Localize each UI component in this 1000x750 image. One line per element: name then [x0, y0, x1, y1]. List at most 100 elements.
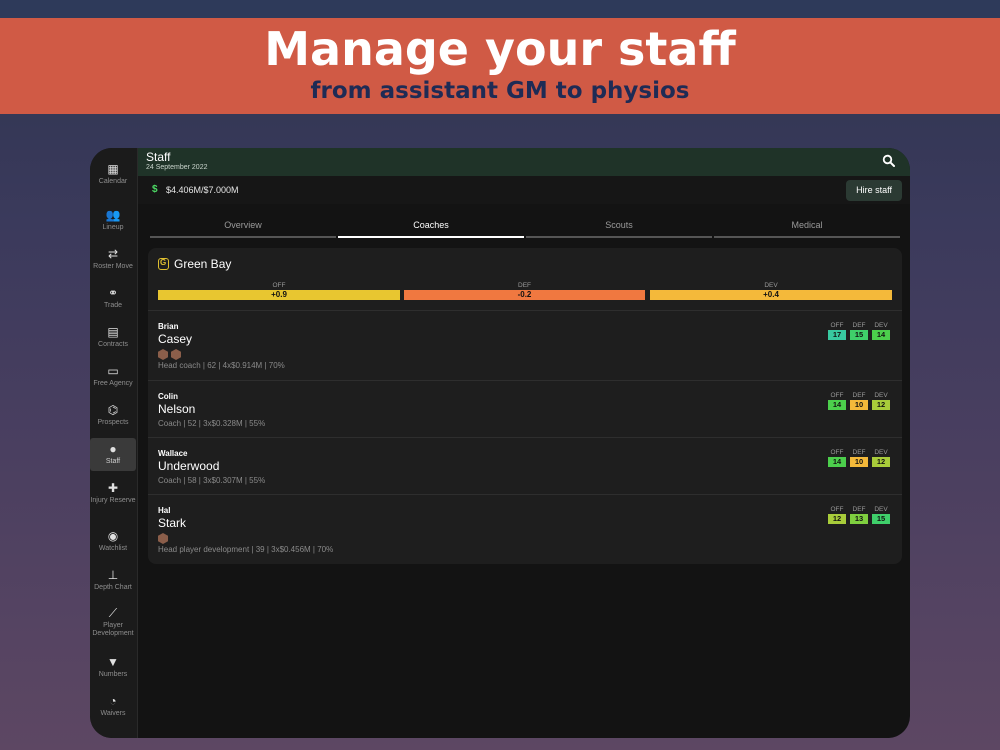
rating-dev: DEV 12 [872, 448, 890, 467]
rating-label: OFF [830, 506, 844, 513]
staff-tabs: Overview Coaches Scouts Medical [150, 220, 900, 238]
sidebar-item-label: Watchlist [98, 545, 128, 552]
staff-info: Head coach | 62 | 4x$0.914M | 70% [158, 361, 285, 370]
rating-value: 12 [872, 457, 890, 467]
staff-info: Coach | 52 | 3x$0.328M | 55% [158, 419, 266, 428]
rating-value: 10 [850, 400, 868, 410]
staff-ratings: OFF 17 DEF 15 DEV 14 [828, 321, 892, 343]
rating-label: DEV [874, 506, 888, 513]
rating-label: DEF [518, 282, 531, 289]
sidebar-item-roster-move[interactable]: ⇄ Roster Move [90, 245, 136, 271]
sidebar-item-prospects[interactable]: ⌬ Prospects [90, 401, 136, 427]
team-logo-icon [158, 258, 169, 270]
staff-row[interactable]: Colin Nelson Coach | 52 | 3x$0.328M | 55% O… [148, 380, 902, 437]
rating-label: DEV [764, 282, 778, 289]
staff-first-name: Hal [158, 506, 171, 515]
rating-value: 17 [828, 330, 846, 340]
sidebar-item-numbers[interactable]: ▼ Numbers [90, 653, 136, 679]
tab-coaches[interactable]: Coaches [338, 220, 524, 238]
staff-info: Head player development | 39 | 3x$0.456M… [158, 545, 334, 554]
staff-info: Coach | 58 | 3x$0.307M | 55% [158, 476, 266, 485]
staff-first-name: Wallace [158, 449, 188, 458]
dollar-icon: $ [152, 184, 158, 195]
sidebar-item-label: Injury Reserve [90, 497, 136, 504]
sidebar-item-watchlist[interactable]: ◉ Watchlist [90, 527, 136, 553]
rating-off: OFF 14 [828, 448, 846, 467]
rating-value: 12 [872, 400, 890, 410]
handshake-icon: ⚭ [107, 286, 119, 300]
sidebar-item-player-development[interactable]: ⟋ Player Development [90, 604, 136, 638]
staff-last-name: Underwood [158, 459, 220, 473]
chart-line-icon: ⟋ [108, 606, 118, 620]
rating-value: 14 [872, 330, 890, 340]
eye-icon: ◉ [107, 529, 119, 543]
staff-row[interactable]: Hal Stark Head player development | 39 | 3… [148, 494, 902, 564]
tab-medical[interactable]: Medical [714, 220, 900, 238]
rating-label: DEV [874, 449, 888, 456]
rating-dev: DEV 12 [872, 391, 890, 410]
staff-first-name: Brian [158, 322, 179, 331]
staff-badges [158, 347, 184, 360]
budget-bar: $ $4.406M/$7.000M Hire staff [138, 176, 910, 204]
rating-label: DEV [874, 322, 888, 329]
group-icon: 👥 [105, 208, 121, 222]
sidebar-item-label: Trade [103, 302, 123, 309]
banner-subtitle: from assistant GM to physios [310, 78, 690, 104]
sidebar-item-label: Free Agency [93, 380, 133, 387]
trait-badge-icon[interactable] [158, 349, 168, 360]
sidebar-item-label: Depth Chart [94, 584, 132, 591]
sidebar-item-waivers[interactable]: ◔ Waivers [90, 692, 136, 718]
rating-value: 15 [850, 330, 868, 340]
calendar-icon: ▦ [107, 162, 119, 176]
rating-bar-def: DEF -0.2 [404, 281, 645, 301]
jersey-icon: ▼ [107, 655, 119, 669]
hire-staff-button[interactable]: Hire staff [846, 180, 902, 201]
sidebar-item-contracts[interactable]: ▤ Contracts [90, 323, 136, 349]
sidebar-item-depth-chart[interactable]: ⊥ Depth Chart [90, 566, 136, 592]
sidebar-item-lineup[interactable]: 👥 Lineup [90, 206, 136, 232]
sidebar-item-injury-reserve[interactable]: ✚ Injury Reserve [90, 479, 136, 505]
rating-value: 13 [850, 514, 868, 524]
sidebar-item-label: Waivers [100, 710, 126, 717]
rating-dev: DEV 15 [872, 505, 890, 524]
rating-def: DEF 10 [850, 391, 868, 410]
document-icon: ▤ [107, 325, 119, 339]
trait-badge-icon[interactable] [158, 533, 168, 544]
sidebar-item-label: Lineup [102, 224, 124, 231]
rating-bar-dev: DEV +0.4 [650, 281, 892, 301]
budget-text: $4.406M/$7.000M [166, 185, 239, 195]
rating-label: OFF [830, 392, 844, 399]
promo-banner: Manage your staff from assistant GM to p… [0, 18, 1000, 114]
rating-off: OFF 17 [828, 321, 846, 340]
tab-overview[interactable]: Overview [150, 220, 336, 238]
rating-dev: DEV 14 [872, 321, 890, 340]
money-icon: ▭ [107, 364, 119, 378]
search-icon[interactable] [882, 154, 896, 168]
sidebar-item-staff[interactable]: ● Staff [90, 438, 136, 471]
tablet-screen: ▦ Calendar 👥 Lineup ⇄ Roster Move ⚭ Trade ▤ Contr… [90, 148, 910, 738]
sidebar-item-label: Numbers [98, 671, 128, 678]
rating-off: OFF 12 [828, 505, 846, 524]
sidebar-item-label: Contracts [98, 341, 128, 348]
sidebar-item-calendar[interactable]: ▦ Calendar [90, 160, 136, 186]
staff-row[interactable]: Wallace Underwood Coach | 58 | 3x$0.307M |… [148, 437, 902, 494]
sidebar-item-free-agency[interactable]: ▭ Free Agency [90, 362, 136, 388]
rating-off: OFF 14 [828, 391, 846, 410]
rating-label: DEF [852, 449, 866, 456]
team-name: Green Bay [174, 257, 232, 271]
top-band [0, 0, 1000, 18]
app-header: Staff 24 September 2022 [138, 148, 910, 176]
current-date: 24 September 2022 [146, 164, 208, 171]
sidebar-item-trade[interactable]: ⚭ Trade [90, 284, 136, 310]
staff-badges [158, 531, 171, 544]
trait-badge-icon[interactable] [171, 349, 181, 360]
tab-scouts[interactable]: Scouts [526, 220, 712, 238]
staff-row[interactable]: Brian Casey Head coach | 62 | 4x$0.914M | … [148, 310, 902, 380]
person-icon: ● [109, 442, 117, 456]
rating-value: 14 [828, 457, 846, 467]
rating-value: 10 [850, 457, 868, 467]
rating-label: OFF [272, 282, 286, 289]
rating-def: DEF 15 [850, 321, 868, 340]
rating-value: 15 [872, 514, 890, 524]
rating-label: DEF [852, 506, 866, 513]
